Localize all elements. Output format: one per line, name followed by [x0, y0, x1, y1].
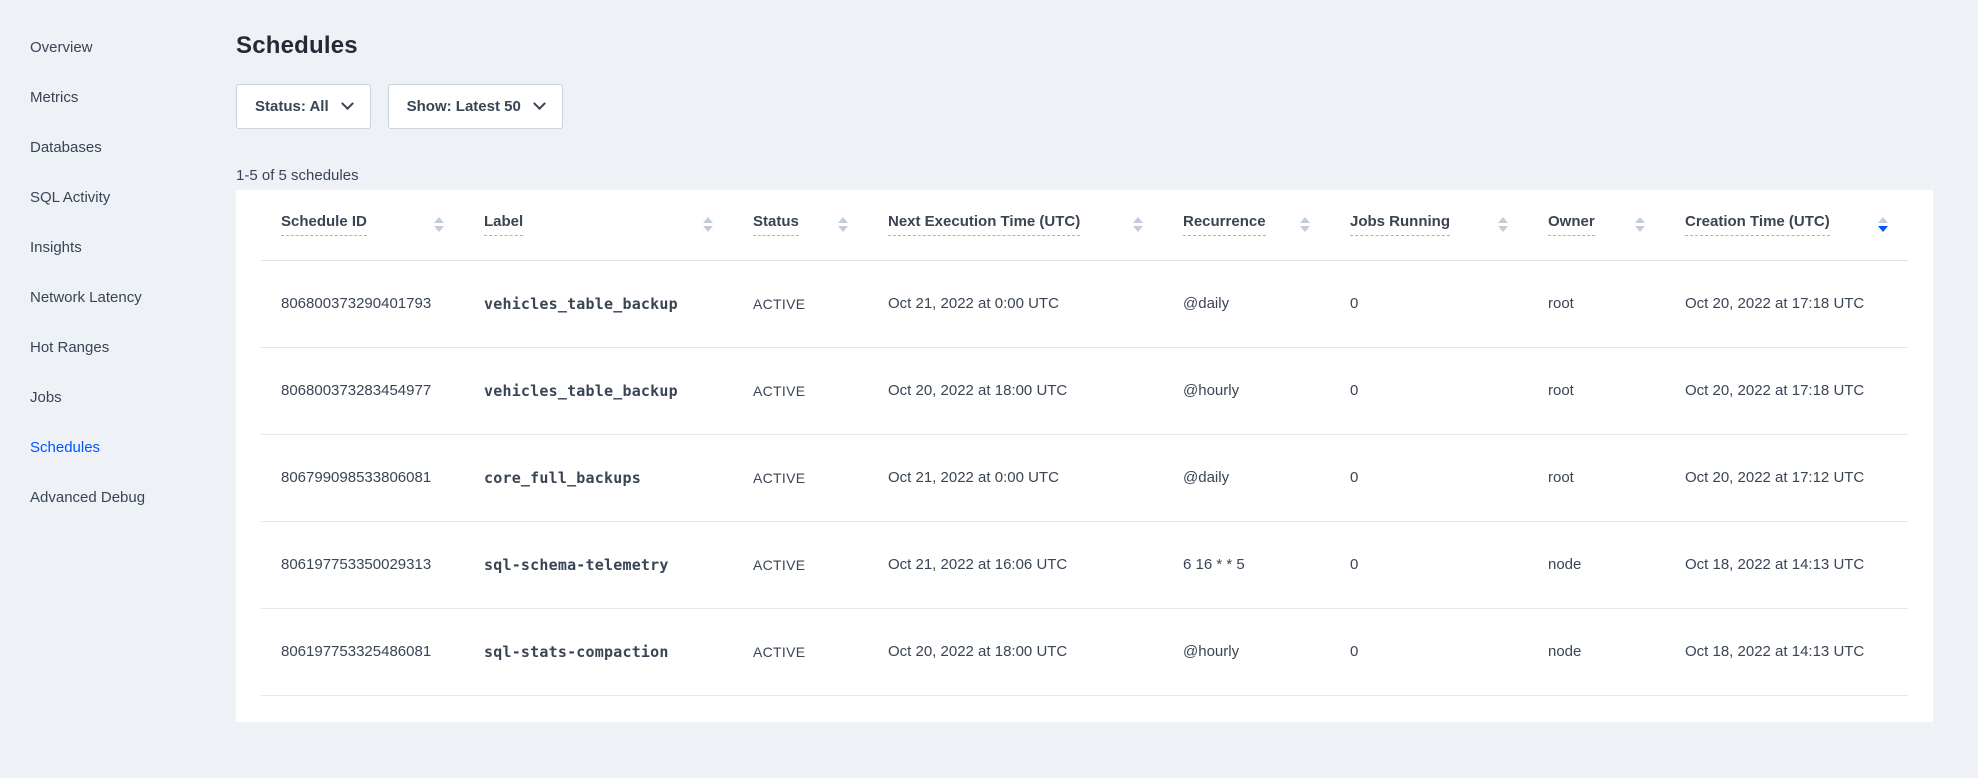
sidebar: Overview Metrics Databases SQL Activity …: [0, 0, 236, 778]
status-cell: ACTIVE: [733, 521, 868, 608]
schedule-id-cell: 806197753325486081: [261, 608, 464, 695]
jobs-running-cell: 0: [1330, 260, 1528, 347]
schedule-id-cell: 806197753350029313: [261, 521, 464, 608]
next-execution-cell: Oct 21, 2022 at 0:00 UTC: [868, 260, 1163, 347]
sidebar-item-overview[interactable]: Overview: [0, 22, 236, 72]
table-row: 806800373283454977 vehicles_table_backup…: [261, 347, 1908, 434]
sidebar-item-metrics[interactable]: Metrics: [0, 72, 236, 122]
recurrence-cell: @daily: [1163, 260, 1330, 347]
column-header-schedule-id[interactable]: Schedule ID: [261, 190, 464, 260]
owner-cell: root: [1528, 347, 1665, 434]
recurrence-cell: @hourly: [1163, 347, 1330, 434]
column-header-creation-time[interactable]: Creation Time (UTC): [1665, 190, 1908, 260]
status-cell: ACTIVE: [733, 260, 868, 347]
creation-time-cell: Oct 20, 2022 at 17:12 UTC: [1665, 434, 1908, 521]
recurrence-cell: @hourly: [1163, 608, 1330, 695]
chevron-down-icon: [533, 97, 546, 110]
column-header-recurrence[interactable]: Recurrence: [1163, 190, 1330, 260]
main-content: Schedules Status: All Show: Latest 50 1-…: [236, 0, 1978, 722]
label-cell: sql-schema-telemetry: [464, 521, 733, 608]
results-count: 1-5 of 5 schedules: [236, 167, 1978, 184]
next-execution-cell: Oct 21, 2022 at 16:06 UTC: [868, 521, 1163, 608]
schedule-id-cell: 806800373290401793: [261, 260, 464, 347]
schedules-table-card: Schedule ID Label Status: [236, 190, 1933, 722]
sidebar-item-schedules[interactable]: Schedules: [0, 422, 236, 472]
sidebar-item-hot-ranges[interactable]: Hot Ranges: [0, 322, 236, 372]
next-execution-cell: Oct 20, 2022 at 18:00 UTC: [868, 347, 1163, 434]
chevron-down-icon: [341, 97, 354, 110]
status-cell: ACTIVE: [733, 434, 868, 521]
sidebar-item-jobs[interactable]: Jobs: [0, 372, 236, 422]
owner-cell: node: [1528, 521, 1665, 608]
table-row: 806197753350029313 sql-schema-telemetry …: [261, 521, 1908, 608]
recurrence-cell: @daily: [1163, 434, 1330, 521]
owner-cell: node: [1528, 608, 1665, 695]
schedule-id-cell: 806800373283454977: [261, 347, 464, 434]
column-header-jobs-running[interactable]: Jobs Running: [1330, 190, 1528, 260]
sort-icon: [703, 217, 713, 232]
sort-icon: [1635, 217, 1645, 232]
status-cell: ACTIVE: [733, 347, 868, 434]
schedule-id-cell: 806799098533806081: [261, 434, 464, 521]
sort-icon: [434, 217, 444, 232]
table-row: 806197753325486081 sql-stats-compaction …: [261, 608, 1908, 695]
filter-bar: Status: All Show: Latest 50: [236, 84, 1978, 129]
page-title: Schedules: [236, 32, 1978, 60]
recurrence-cell: 6 16 * * 5: [1163, 521, 1330, 608]
jobs-running-cell: 0: [1330, 347, 1528, 434]
status-filter-dropdown[interactable]: Status: All: [236, 84, 371, 129]
owner-cell: root: [1528, 434, 1665, 521]
creation-time-cell: Oct 20, 2022 at 17:18 UTC: [1665, 347, 1908, 434]
column-header-status[interactable]: Status: [733, 190, 868, 260]
next-execution-cell: Oct 20, 2022 at 18:00 UTC: [868, 608, 1163, 695]
owner-cell: root: [1528, 260, 1665, 347]
column-header-owner[interactable]: Owner: [1528, 190, 1665, 260]
sidebar-item-databases[interactable]: Databases: [0, 122, 236, 172]
sidebar-item-network-latency[interactable]: Network Latency: [0, 272, 236, 322]
sidebar-item-sql-activity[interactable]: SQL Activity: [0, 172, 236, 222]
label-cell: vehicles_table_backup: [464, 347, 733, 434]
status-filter-label: Status: All: [255, 98, 329, 115]
show-filter-label: Show: Latest 50: [407, 98, 521, 115]
status-cell: ACTIVE: [733, 608, 868, 695]
show-filter-dropdown[interactable]: Show: Latest 50: [388, 84, 563, 129]
sort-icon: [1133, 217, 1143, 232]
sidebar-item-advanced-debug[interactable]: Advanced Debug: [0, 472, 236, 522]
table-row: 806800373290401793 vehicles_table_backup…: [261, 260, 1908, 347]
label-cell: sql-stats-compaction: [464, 608, 733, 695]
next-execution-cell: Oct 21, 2022 at 0:00 UTC: [868, 434, 1163, 521]
label-cell: vehicles_table_backup: [464, 260, 733, 347]
jobs-running-cell: 0: [1330, 608, 1528, 695]
creation-time-cell: Oct 18, 2022 at 14:13 UTC: [1665, 608, 1908, 695]
column-header-label[interactable]: Label: [464, 190, 733, 260]
sort-icon: [838, 217, 848, 232]
sort-desc-icon: [1878, 217, 1888, 232]
sort-icon: [1498, 217, 1508, 232]
jobs-running-cell: 0: [1330, 434, 1528, 521]
creation-time-cell: Oct 20, 2022 at 17:18 UTC: [1665, 260, 1908, 347]
sidebar-item-insights[interactable]: Insights: [0, 222, 236, 272]
jobs-running-cell: 0: [1330, 521, 1528, 608]
sort-icon: [1300, 217, 1310, 232]
table-header-row: Schedule ID Label Status: [261, 190, 1908, 260]
column-header-next-execution-time[interactable]: Next Execution Time (UTC): [868, 190, 1163, 260]
creation-time-cell: Oct 18, 2022 at 14:13 UTC: [1665, 521, 1908, 608]
table-row: 806799098533806081 core_full_backups ACT…: [261, 434, 1908, 521]
schedules-table: Schedule ID Label Status: [261, 190, 1908, 696]
label-cell: core_full_backups: [464, 434, 733, 521]
